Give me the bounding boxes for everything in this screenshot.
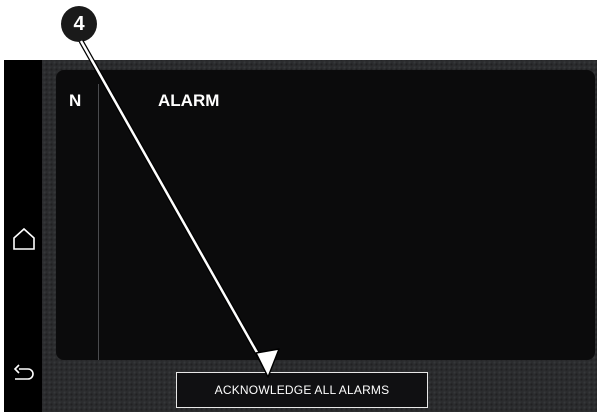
column-header-alarm: ALARM [158, 91, 220, 110]
column-header-n: N [69, 91, 82, 110]
callout-badge: 4 [61, 6, 97, 42]
column-divider [98, 84, 99, 360]
home-icon[interactable] [11, 226, 37, 252]
alarm-screen: N ALARM ACKNOWLEDGE ALL ALARMS [42, 60, 597, 412]
sidebar [4, 60, 42, 412]
back-arrow-icon[interactable] [11, 360, 37, 386]
device-display: N ALARM ACKNOWLEDGE ALL ALARMS [4, 60, 597, 412]
acknowledge-all-alarms-button[interactable]: ACKNOWLEDGE ALL ALARMS [176, 372, 428, 408]
alarm-list: N ALARM [56, 70, 595, 360]
